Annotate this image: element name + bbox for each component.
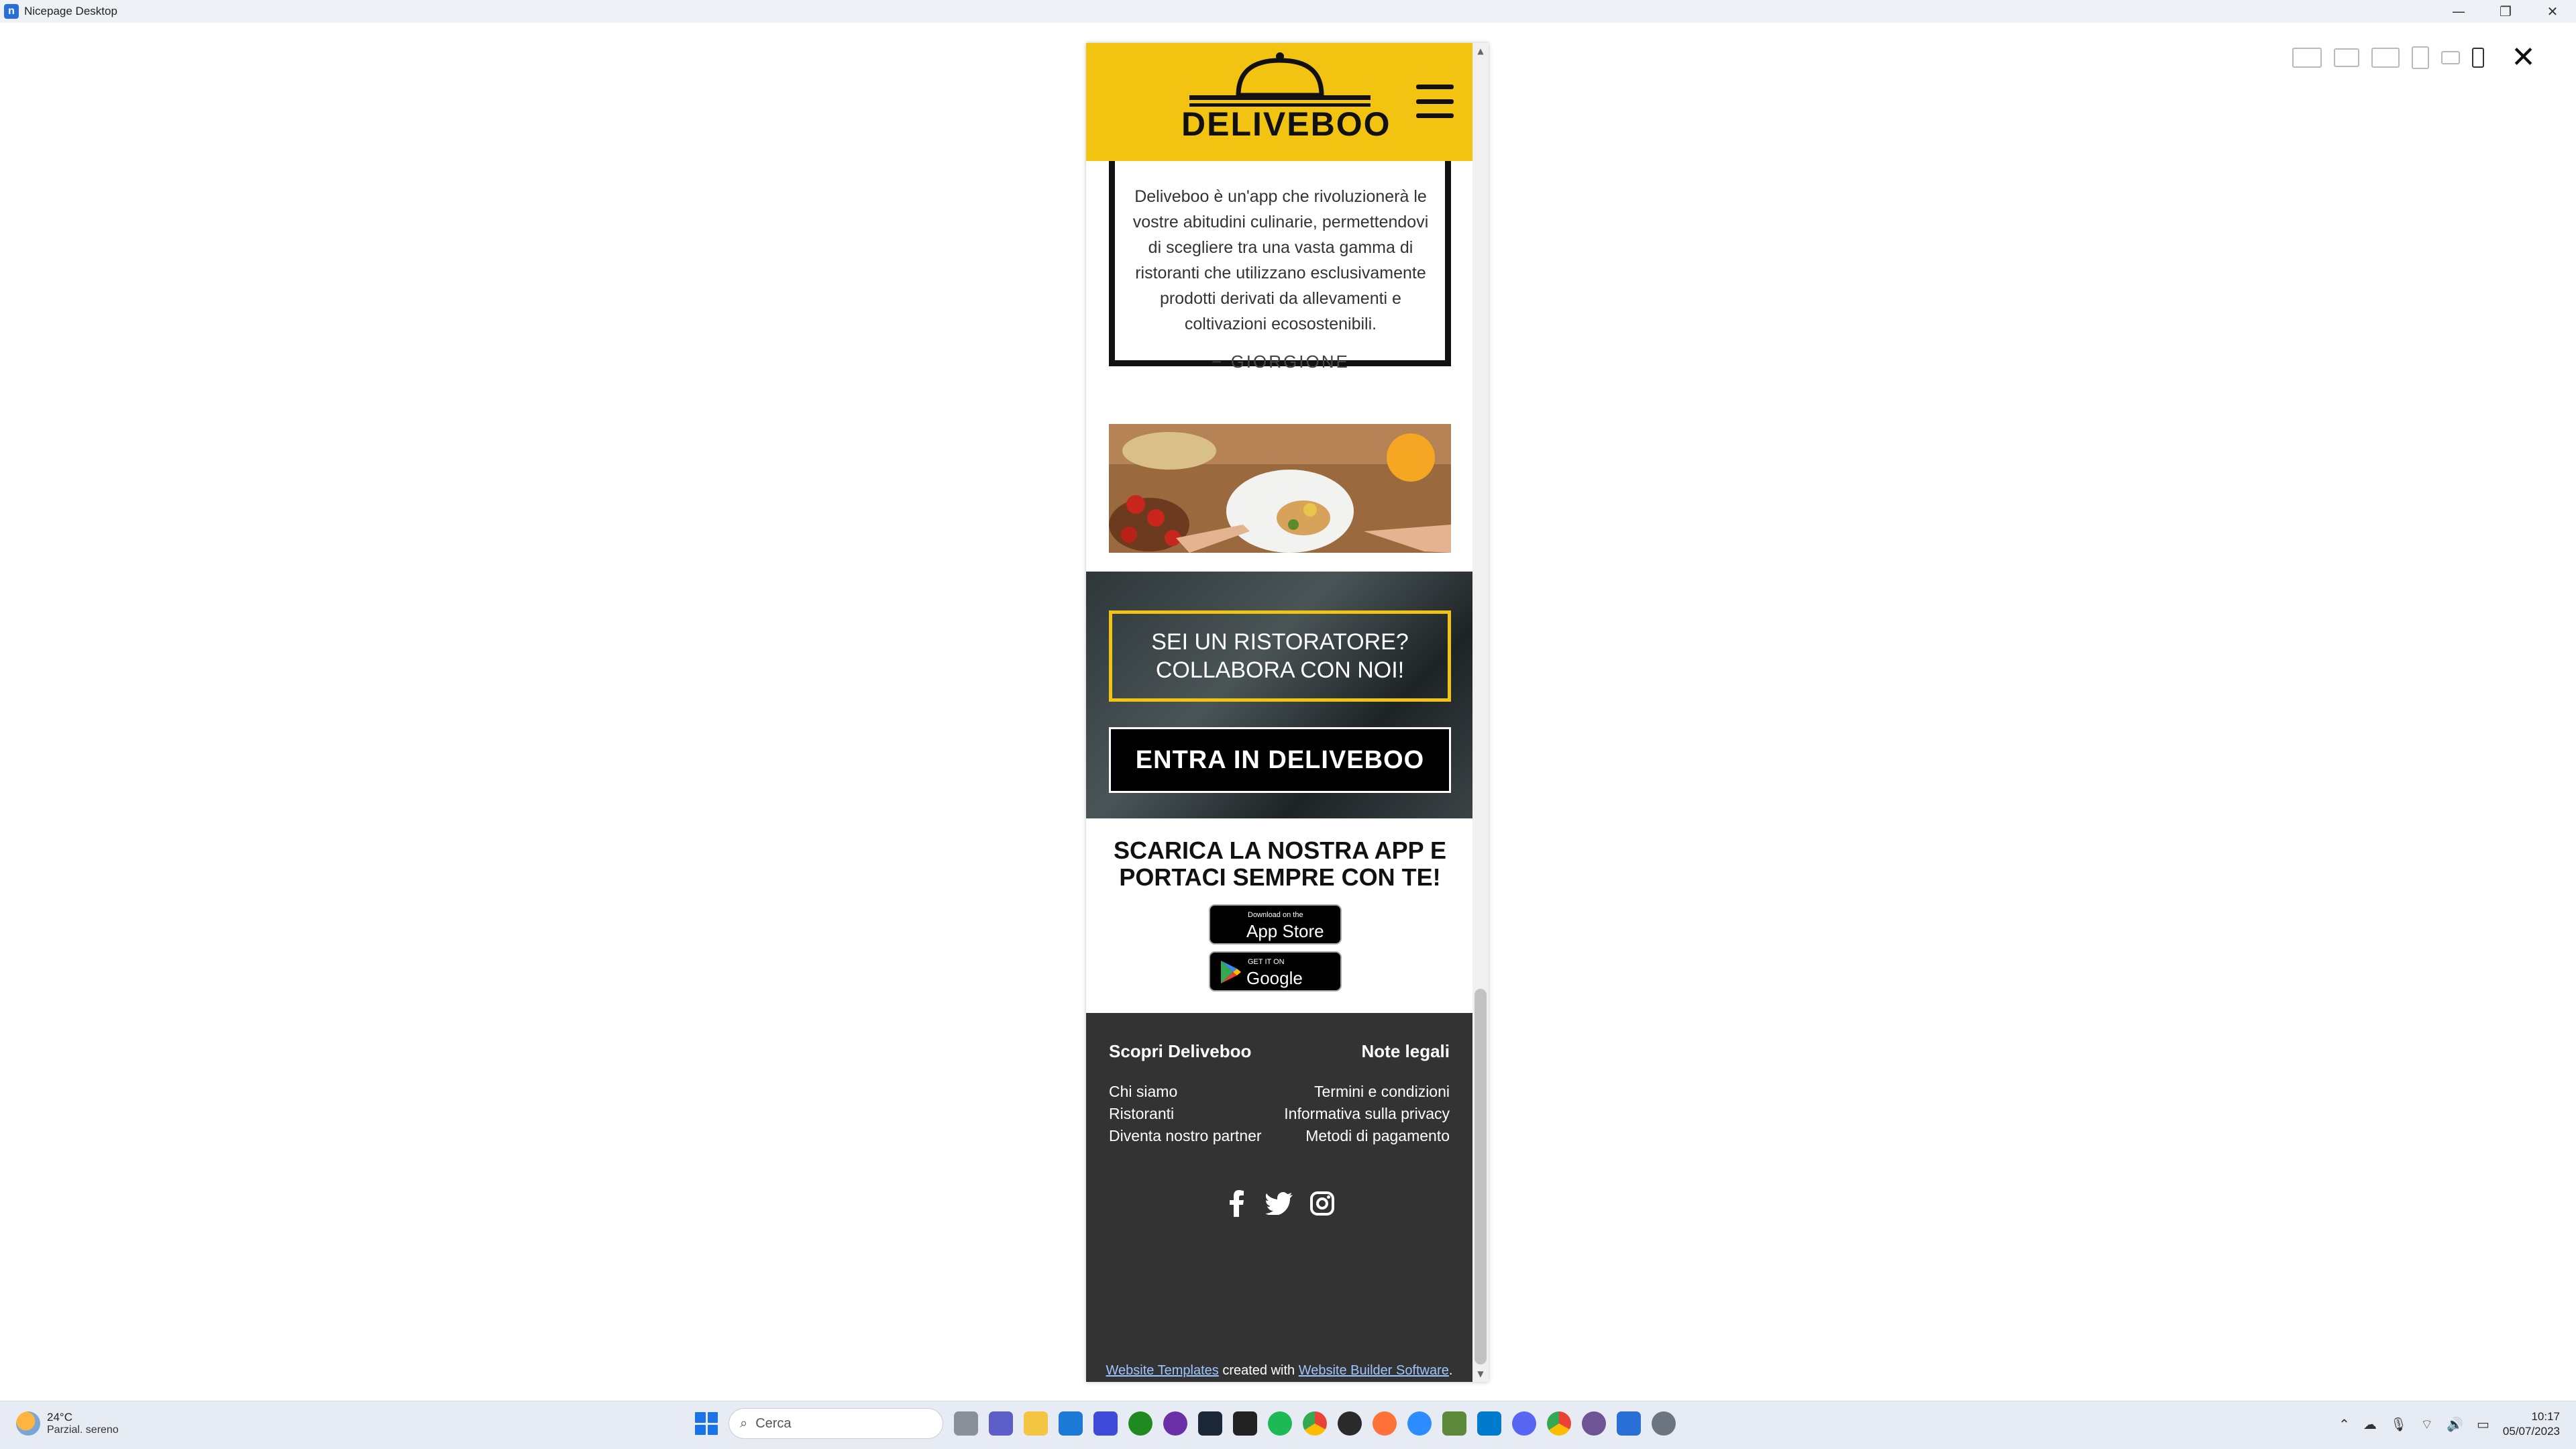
nicepage-app-icon: n [4, 4, 19, 19]
xbox-icon[interactable] [1128, 1411, 1152, 1436]
google-play-button[interactable]: GET IT ON Google Play [1209, 951, 1342, 1009]
volume-icon[interactable]: 🔊 [2447, 1416, 2463, 1432]
cta-section: SEI UN RISTORATORE? COLLABORA CON NOI! E… [1086, 572, 1472, 818]
instagram-icon[interactable] [1307, 1189, 1337, 1218]
file-explorer-icon[interactable] [1024, 1411, 1048, 1436]
close-preview-icon[interactable]: ✕ [2511, 43, 2536, 72]
laptop-device-icon[interactable] [2371, 48, 2400, 68]
chevron-up-icon[interactable]: ⌃ [2339, 1416, 2350, 1432]
weather-widget[interactable]: 24°C Parzial. sereno [16, 1411, 119, 1436]
footer-link-about[interactable]: Chi siamo [1109, 1083, 1177, 1101]
testimonial-author: − GIORGIONE [1212, 352, 1350, 372]
testimonial-text: Deliveboo è un'app che rivoluzionerà le … [1132, 187, 1429, 333]
windows-start-icon[interactable] [695, 1412, 718, 1435]
search-placeholder: Cerca [755, 1415, 792, 1431]
weather-icon [16, 1411, 40, 1436]
site-logo-text[interactable]: DELIVEBOO [1181, 105, 1391, 144]
google-play-label: Google Play [1246, 968, 1303, 1009]
twitter-icon[interactable] [1265, 1189, 1294, 1218]
preview-scrollbar[interactable]: ▲ ▼ [1472, 43, 1489, 1382]
app-store-label: App Store [1246, 921, 1324, 941]
site-header: DELIVEBOO [1086, 43, 1472, 161]
wifi-icon[interactable]: ⌔ [2420, 1416, 2433, 1433]
apple-icon [1218, 912, 1242, 938]
window-title: Nicepage Desktop [24, 5, 117, 17]
microphone-icon[interactable]: 🎙 [2390, 1416, 2407, 1432]
footer-link-payment[interactable]: Metodi di pagamento [1305, 1127, 1450, 1145]
nicepage-taskbar-icon[interactable] [1617, 1411, 1641, 1436]
media-app-icon[interactable] [1163, 1411, 1187, 1436]
taskbar-search-input[interactable]: ⌕ Cerca [729, 1408, 943, 1439]
mobile-preview-frame: DELIVEBOO ” Deliveboo è un'app che rivol… [1086, 43, 1489, 1382]
windows-taskbar: 24°C Parzial. sereno ⌕ Cerca ⌃ ☁ 🎙 ⌔ 🔊 ▭… [0, 1401, 2576, 1449]
system-tray: ⌃ ☁ 🎙 ⌔ 🔊 ▭ 10:17 05/07/2023 [2339, 1409, 2560, 1439]
window-titlebar: n Nicepage Desktop — ❐ ✕ [0, 0, 2576, 23]
scroll-down-arrow-icon[interactable]: ▼ [1472, 1366, 1489, 1382]
epic-games-icon[interactable] [1233, 1411, 1257, 1436]
chrome-icon[interactable] [1303, 1411, 1327, 1436]
game-launcher-icon[interactable] [1338, 1411, 1362, 1436]
steam-icon[interactable] [1198, 1411, 1222, 1436]
desktop-device-icon[interactable] [2334, 48, 2360, 67]
app-download-section: SCARICA LA NOSTRA APP E PORTACI SEMPRE C… [1086, 818, 1472, 1013]
app-store-small-label: Download on the [1248, 911, 1303, 919]
phone-portrait-device-icon[interactable] [2472, 48, 2485, 68]
minecraft-icon[interactable] [1442, 1411, 1466, 1436]
task-view-icon[interactable] [954, 1411, 978, 1436]
weather-temperature: 24°C [47, 1411, 72, 1424]
cloche-logo-icon [1189, 52, 1371, 107]
scrollbar-thumb[interactable] [1474, 989, 1487, 1364]
footer-link-terms[interactable]: Termini e condizioni [1314, 1083, 1450, 1101]
battery-icon[interactable]: ▭ [2477, 1416, 2489, 1432]
desktop-large-device-icon[interactable] [2292, 48, 2322, 68]
food-photo [1109, 424, 1451, 553]
credit-end: . [1448, 1363, 1453, 1378]
tablet-device-icon[interactable] [2412, 46, 2430, 69]
weather-description: Parzial. sereno [47, 1424, 119, 1436]
window-controls: — ❐ ✕ [2435, 0, 2576, 23]
system-clock[interactable]: 10:17 05/07/2023 [2503, 1409, 2560, 1439]
hamburger-menu-icon[interactable] [1416, 85, 1454, 118]
cta-title: SEI UN RISTORATORE? COLLABORA CON NOI! [1109, 610, 1451, 702]
google-play-small-label: GET IT ON [1248, 958, 1285, 966]
website-builder-link[interactable]: Website Builder Software [1299, 1363, 1449, 1378]
settings-icon[interactable] [1652, 1411, 1676, 1436]
app-store-button[interactable]: Download on the App Store [1209, 904, 1342, 945]
maximize-button[interactable]: ❐ [2482, 0, 2529, 23]
footer-credit: Website Templates created with Website B… [1086, 1363, 1472, 1379]
chrome-profile-icon[interactable] [1547, 1411, 1571, 1436]
taskbar-apps: ⌕ Cerca [695, 1408, 1676, 1439]
footer-legal-title: Note legali [1361, 1041, 1450, 1061]
onedrive-icon[interactable]: ☁ [2363, 1416, 2377, 1432]
scroll-up-arrow-icon[interactable]: ▲ [1472, 43, 1489, 59]
github-desktop-icon[interactable] [1582, 1411, 1606, 1436]
mail-icon[interactable] [1059, 1411, 1083, 1436]
site-footer: Scopri Deliveboo Note legali Chi siamo R… [1086, 1013, 1472, 1382]
discord-icon[interactable] [1512, 1411, 1536, 1436]
zoom-icon[interactable] [1407, 1411, 1432, 1436]
close-window-button[interactable]: ✕ [2529, 0, 2576, 23]
device-switcher: ✕ [2292, 43, 2536, 72]
footer-link-partner[interactable]: Diventa nostro partner [1109, 1127, 1262, 1145]
search-icon: ⌕ [740, 1415, 748, 1431]
website-templates-link[interactable]: Website Templates [1106, 1363, 1219, 1378]
footer-discover-title: Scopri Deliveboo [1109, 1041, 1252, 1061]
firefox-icon[interactable] [1373, 1411, 1397, 1436]
clock-time: 10:17 [2531, 1410, 2560, 1423]
enter-deliveboo-button[interactable]: ENTRA IN DELIVEBOO [1109, 727, 1451, 793]
pen-app-icon[interactable] [1093, 1411, 1118, 1436]
google-play-icon [1221, 961, 1241, 983]
spotify-icon[interactable] [1268, 1411, 1292, 1436]
footer-link-privacy[interactable]: Informativa sulla privacy [1284, 1105, 1450, 1123]
facebook-icon[interactable] [1222, 1189, 1251, 1218]
vscode-icon[interactable] [1477, 1411, 1501, 1436]
minimize-button[interactable]: — [2435, 0, 2482, 23]
phone-landscape-device-icon[interactable] [2441, 51, 2461, 64]
footer-link-restaurants[interactable]: Ristoranti [1109, 1105, 1174, 1123]
clock-date: 05/07/2023 [2502, 1425, 2560, 1438]
page-content: DELIVEBOO ” Deliveboo è un'app che rivol… [1086, 43, 1472, 1382]
credit-text: created with [1218, 1363, 1299, 1378]
teams-icon[interactable] [989, 1411, 1013, 1436]
app-download-title: SCARICA LA NOSTRA APP E PORTACI SEMPRE C… [1113, 837, 1447, 891]
